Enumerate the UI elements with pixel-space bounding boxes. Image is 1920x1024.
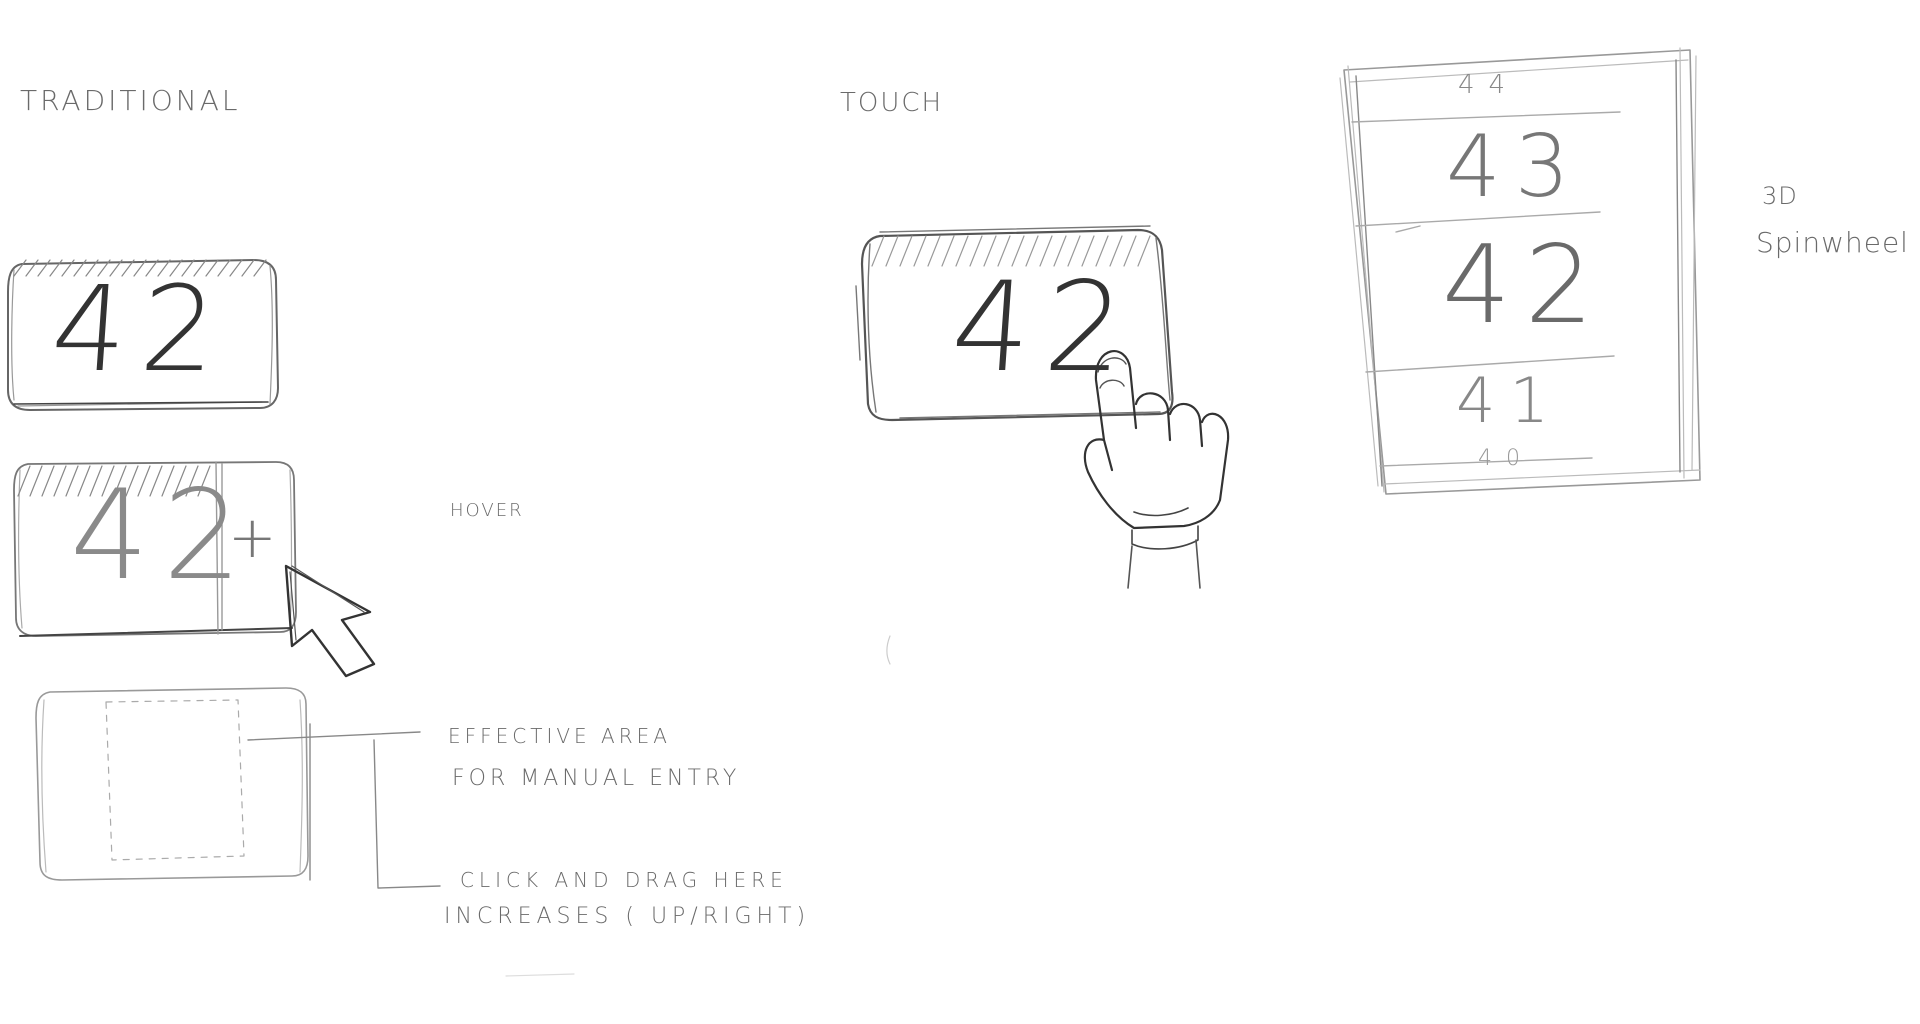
touch-input-value: 42 (946, 256, 1143, 400)
effective-area-box (35, 687, 309, 881)
drag-annotation-line2: INCREASES ( UP/RIGHT) (444, 904, 811, 929)
manual-entry-area-dashed (105, 699, 245, 861)
sketch-canvas (7, 47, 1701, 977)
stray-mark (505, 973, 575, 977)
mouse-cursor-icon (284, 564, 376, 678)
traditional-heading: TRADITIONAL (20, 84, 241, 117)
hover-label: HOVER (450, 500, 524, 521)
spinwheel-value-43: 43 (1446, 117, 1584, 217)
spinwheel-label-line1: 3D (1762, 182, 1798, 210)
spinwheel-value-41: 41 (1456, 364, 1563, 437)
spinwheel-value-40: 40 (1478, 446, 1534, 471)
drag-annotation-line1: CLICK AND DRAG HERE (460, 868, 788, 892)
touch-heading: TOUCH (840, 88, 944, 118)
manual-entry-annotation-line1: EFFECTIVE AREA (448, 724, 671, 748)
spinwheel-label-line2: Spinwheel (1756, 226, 1909, 259)
traditional-input-value: 42 (47, 260, 235, 398)
manual-entry-annotation-line2: FOR MANUAL ENTRY (452, 766, 741, 791)
stepper-plus-icon: + (228, 503, 277, 571)
spinwheel-value-44: 44 (1458, 70, 1520, 100)
spinwheel-value-42: 42 (1442, 223, 1608, 348)
annotation-leader-lines (247, 723, 441, 889)
stray-mark (886, 635, 891, 665)
